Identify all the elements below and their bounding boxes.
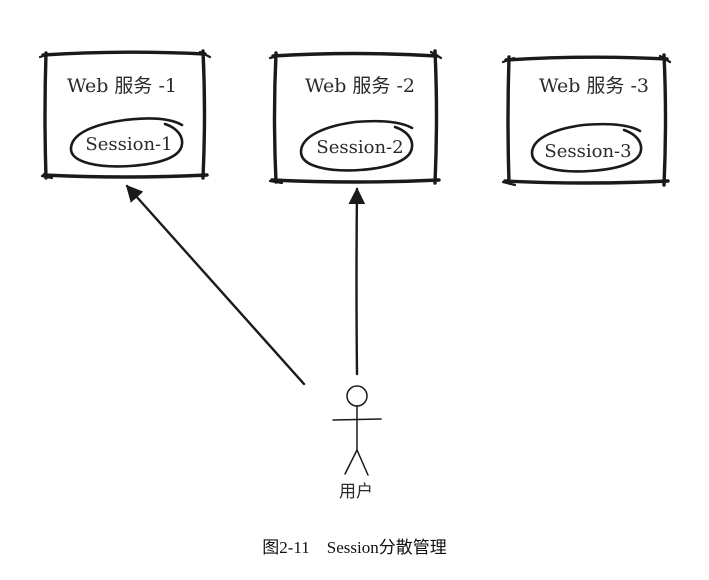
web-service-3-title: Web 服务 -3	[539, 75, 649, 97]
web-service-1-border	[41, 49, 209, 180]
session-diagram: Web 服务 -1 Session-1 Web 服务 -2 Session-2 …	[38, 49, 672, 502]
user-arms	[332, 418, 382, 421]
figure-caption: 图2-11 Session分散管理	[262, 538, 447, 557]
session-1-label: Session-1	[85, 134, 172, 155]
arrow-user-to-service-1	[125, 184, 306, 386]
web-service-2-border-overstroke	[268, 50, 443, 185]
web-service-2-border	[270, 49, 441, 185]
session-3-label: Session-3	[544, 141, 631, 162]
web-service-1-box: Web 服务 -1 Session-1	[38, 49, 212, 180]
session-2-label: Session-2	[316, 137, 403, 158]
user-head	[346, 385, 368, 407]
web-service-2-title: Web 服务 -2	[305, 75, 415, 97]
web-service-2-box: Web 服务 -2 Session-2	[268, 49, 443, 185]
user-label: 用户	[339, 482, 373, 502]
user-figure	[332, 385, 382, 476]
web-service-1-title: Web 服务 -1	[67, 75, 177, 97]
arrow-user-to-service-2	[348, 187, 366, 376]
web-service-3-box: Web 服务 -3 Session-3	[501, 53, 672, 187]
user-legs	[344, 449, 369, 476]
web-service-1-border-overstroke	[38, 50, 212, 180]
